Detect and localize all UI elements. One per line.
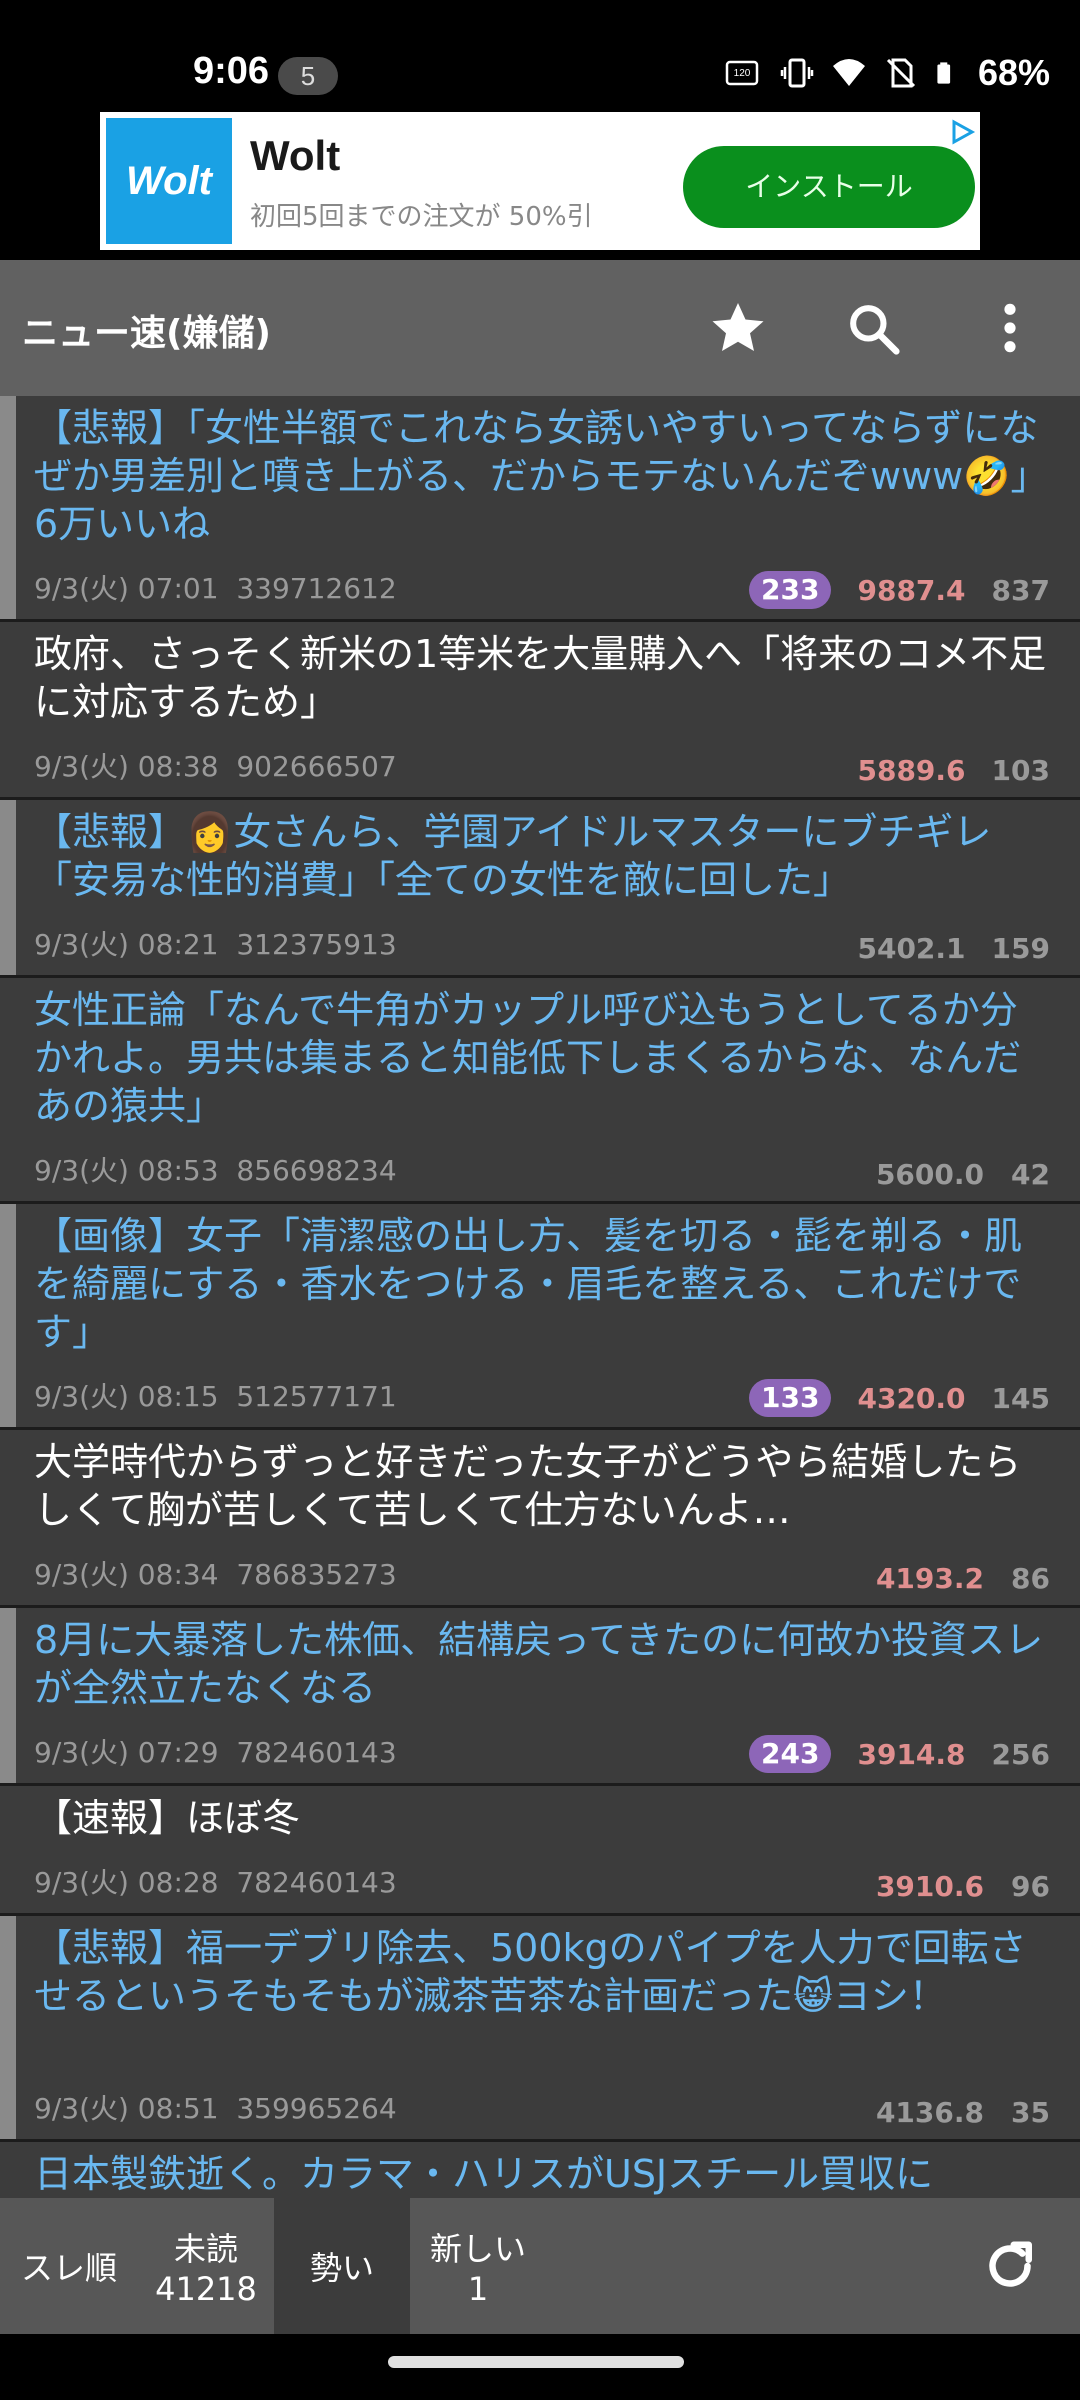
- sort-tab-bar: スレ順 未読 41218 勢い 新しい 1: [0, 2198, 1080, 2334]
- thread-stats: 5600.0 42: [876, 1158, 1050, 1191]
- search-icon: [850, 305, 900, 355]
- thread-row[interactable]: 女性正論「なんで牛角がカップル呼び込もうとしてるか分かれよ。男共は集まると知能低…: [0, 978, 1080, 1204]
- thread-row[interactable]: 【悲報】「女性半額でこれなら女誘いやすいってならずになぜか男差別と噴き上がる、だ…: [0, 396, 1080, 622]
- thread-row[interactable]: 政府、さっそく新米の1等米を大量購入へ「将来のコメ不足に対応するため」 9/3(…: [0, 622, 1080, 800]
- search-button[interactable]: [838, 293, 908, 363]
- response-count: 86: [1011, 1562, 1050, 1595]
- thread-title: 政府、さっそく新米の1等米を大量購入へ「将来のコメ不足に対応するため」: [34, 632, 1047, 724]
- star-icon: [712, 303, 764, 351]
- thread-title: 【悲報】👩女さんら、学園アイドルマスターにブチギレ 「安易な性的消費」「全ての女…: [34, 810, 992, 902]
- thread-row[interactable]: 【画像】女子「清潔感の出し方、髪を切る・髭を剃る・肌を綺麗にする・香水をつける・…: [0, 1204, 1080, 1430]
- thread-meta: 9/3(火) 08:34 786835273: [34, 1558, 397, 1591]
- refresh-rate-icon: 120: [725, 60, 759, 86]
- thread-title: 【悲報】「女性半額でこれなら女誘いやすいってならずになぜか男差別と噴き上がる、だ…: [34, 406, 1049, 546]
- status-icons: 120 68%: [722, 52, 1050, 94]
- thread-stats: 5889.6 103: [857, 754, 1050, 787]
- thread-title: 女性正論「なんで牛角がカップル呼び込もうとしてるか分かれよ。男共は集まると知能低…: [34, 988, 1022, 1128]
- response-count: 103: [991, 754, 1050, 787]
- vibrate-icon: [780, 58, 814, 88]
- new-count-badge: 233: [749, 571, 832, 609]
- thread-row[interactable]: 大学時代からずっと好きだった女子がどうやら結婚したらしくて胸が苦しくて苦しくて仕…: [0, 1430, 1080, 1608]
- thread-row[interactable]: 8月に大暴落した株価、結構戻ってきたのに何故か投資スレが全然立たなくなる 9/3…: [0, 1608, 1080, 1786]
- tab-newest[interactable]: 新しい 1: [410, 2198, 546, 2334]
- install-button[interactable]: インストール: [683, 146, 975, 228]
- momentum-value: 3910.6: [875, 1870, 984, 1903]
- thread-stats: 4136.8 35: [876, 2096, 1050, 2129]
- notification-count-badge: 5: [278, 57, 338, 95]
- momentum-value: 9887.4: [857, 573, 966, 607]
- home-gesture-handle[interactable]: [388, 2356, 684, 2368]
- thread-stats: 233 9887.4 837: [749, 571, 1050, 609]
- ad-logo: Wolt: [106, 118, 232, 244]
- adchoices-icon[interactable]: [948, 118, 976, 146]
- thread-title: 【速報】ほぼ冬: [34, 1796, 301, 1840]
- unread-marker: [0, 396, 16, 619]
- thread-stats: 133 4320.0 145: [749, 1379, 1050, 1417]
- thread-title: 大学時代からずっと好きだった女子がどうやら結婚したらしくて胸が苦しくて苦しくて仕…: [34, 1440, 1022, 1532]
- more-button[interactable]: [975, 293, 1045, 363]
- favorite-button[interactable]: [703, 293, 773, 363]
- tab-thread-order[interactable]: スレ順: [0, 2198, 138, 2334]
- thread-meta: 9/3(火) 08:15 512577171: [34, 1380, 397, 1413]
- thread-stats: 3910.6 96: [876, 1870, 1050, 1903]
- thread-meta: 9/3(火) 08:51 359965264: [34, 2092, 397, 2125]
- thread-title: 【画像】女子「清潔感の出し方、髪を切る・髭を剃る・肌を綺麗にする・香水をつける・…: [34, 1214, 1023, 1354]
- thread-meta: 9/3(火) 08:38 902666507: [34, 750, 397, 783]
- response-count: 837: [991, 573, 1050, 607]
- response-count: 145: [991, 1381, 1050, 1415]
- thread-row[interactable]: 【悲報】福一デブリ除去、500kgのパイプを人力で回転させるというそもそもが滅茶…: [0, 1916, 1080, 2142]
- thread-meta: 9/3(火) 08:28 782460143: [34, 1866, 397, 1899]
- momentum-value: 5600.0: [875, 1158, 984, 1191]
- unread-marker: [0, 1608, 16, 1783]
- system-nav-bar: [0, 2334, 1080, 2400]
- unread-marker: [0, 1204, 16, 1427]
- thread-title: 8月に大暴落した株価、結構戻ってきたのに何故か投資スレが全然立たなくなる: [34, 1618, 1044, 1710]
- battery-percent: 68%: [977, 52, 1050, 93]
- response-count: 159: [991, 932, 1050, 965]
- ad-title: Wolt: [250, 132, 341, 179]
- svg-text:120: 120: [734, 68, 751, 79]
- ad-subtitle: 初回5回までの注文が 50%引: [250, 202, 593, 232]
- thread-stats: 4193.2 86: [876, 1562, 1050, 1595]
- momentum-value: 5402.1: [857, 932, 966, 965]
- refresh-icon[interactable]: [980, 2236, 1040, 2296]
- momentum-value: 4193.2: [875, 1562, 984, 1595]
- thread-row[interactable]: 【速報】ほぼ冬 9/3(火) 08:28 782460143 3910.6 96: [0, 1786, 1080, 1916]
- thread-stats: 243 3914.8 256: [749, 1735, 1050, 1773]
- thread-row[interactable]: 日本製鉄逝く。カラマ・ハリスがUSJスチール買収に: [0, 2142, 1080, 2198]
- response-count: 256: [991, 1737, 1050, 1771]
- response-count: 42: [1011, 1158, 1050, 1191]
- response-count: 35: [1011, 2096, 1050, 2129]
- unread-marker: [0, 1916, 16, 2139]
- new-count-badge: 243: [749, 1735, 832, 1773]
- thread-meta: 9/3(火) 08:21 312375913: [34, 928, 397, 961]
- battery-icon: [937, 62, 951, 84]
- thread-meta: 9/3(火) 07:01 339712612: [34, 572, 397, 605]
- thread-meta: 9/3(火) 08:53 856698234: [34, 1154, 397, 1187]
- unread-marker: [0, 800, 16, 975]
- clock: 9:06: [193, 50, 270, 92]
- status-bar: 9:06 5 120 68%: [0, 0, 1080, 110]
- momentum-value: 3914.8: [857, 1737, 966, 1771]
- new-count-badge: 133: [749, 1379, 832, 1417]
- momentum-value: 5889.6: [857, 754, 966, 787]
- tab-unread[interactable]: 未読 41218: [138, 2198, 274, 2334]
- thread-list[interactable]: 【悲報】「女性半額でこれなら女誘いやすいってならずになぜか男差別と噴き上がる、だ…: [0, 396, 1080, 2198]
- more-vert-icon: [1004, 303, 1016, 353]
- thread-row[interactable]: 【悲報】👩女さんら、学園アイドルマスターにブチギレ 「安易な性的消費」「全ての女…: [0, 800, 1080, 978]
- ad-banner[interactable]: Wolt Wolt 初回5回までの注文が 50%引 インストール: [100, 112, 980, 250]
- thread-meta: 9/3(火) 07:29 782460143: [34, 1736, 397, 1769]
- momentum-value: 4136.8: [875, 2096, 984, 2129]
- thread-title: 【悲報】福一デブリ除去、500kgのパイプを人力で回転させるというそもそもが滅茶…: [34, 1926, 1027, 2018]
- response-count: 96: [1011, 1870, 1050, 1903]
- momentum-value: 4320.0: [857, 1381, 966, 1415]
- board-title: ニュー速(嫌儲): [22, 313, 271, 354]
- wifi-icon: [832, 59, 865, 86]
- thread-stats: 5402.1 159: [857, 932, 1050, 965]
- thread-title: 日本製鉄逝く。カラマ・ハリスがUSJスチール買収に: [34, 2152, 934, 2196]
- tab-momentum[interactable]: 勢い: [274, 2198, 410, 2334]
- app-bar: ニュー速(嫌儲): [0, 260, 1080, 396]
- no-sim-icon: [886, 58, 915, 88]
